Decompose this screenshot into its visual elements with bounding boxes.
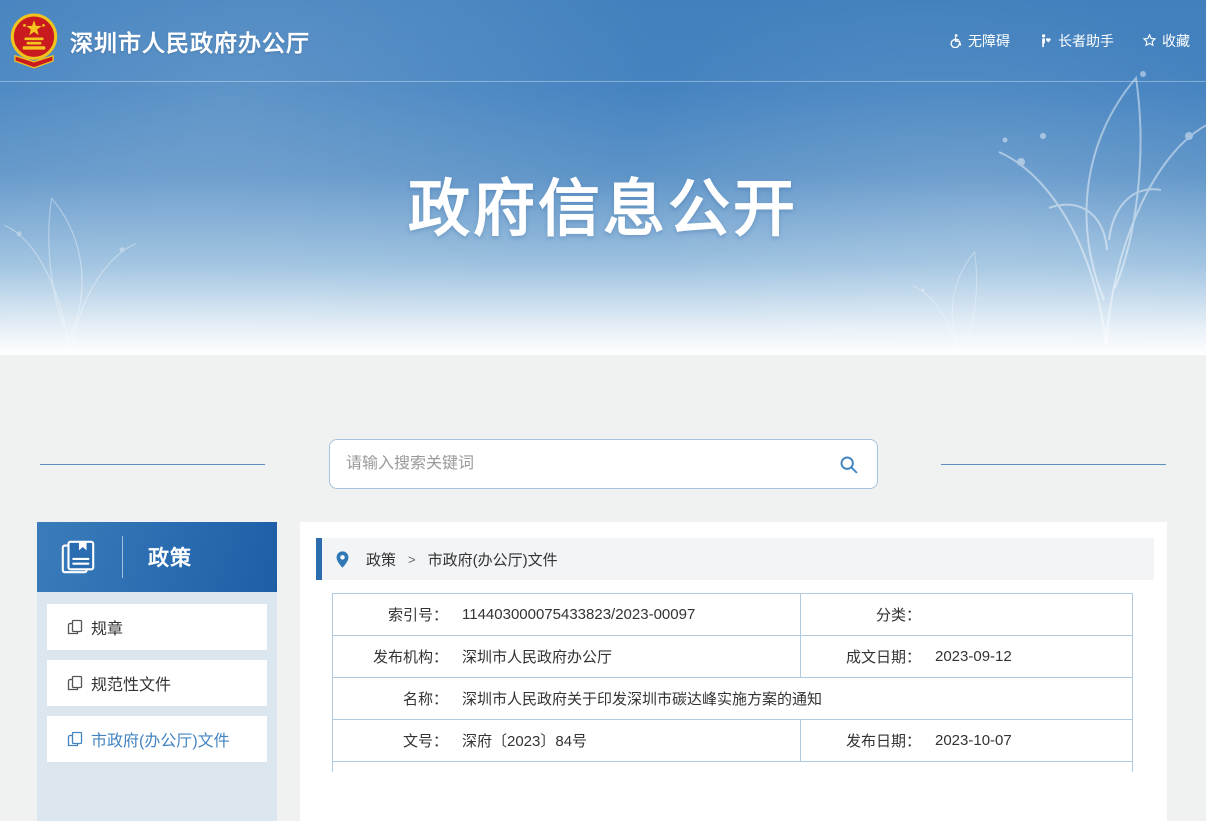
sidebar-header: 政策 bbox=[37, 522, 277, 592]
national-emblem-logo bbox=[8, 12, 60, 70]
field-label: 分类： bbox=[801, 604, 921, 625]
accessibility-link[interactable]: 无障碍 bbox=[948, 31, 1010, 51]
header-divider bbox=[122, 536, 123, 578]
doc-info-table: 索引号： 114403000075433823/2023-00097 分类： 发… bbox=[332, 593, 1133, 772]
search-input[interactable] bbox=[346, 455, 838, 473]
sidebar-item-regulations[interactable]: 规章 bbox=[47, 604, 267, 650]
document-icon bbox=[67, 731, 83, 747]
sidebar-item-label: 规范性文件 bbox=[91, 671, 171, 695]
sidebar-item-normative-documents[interactable]: 规范性文件 bbox=[47, 660, 267, 706]
favorite-label: 收藏 bbox=[1162, 31, 1190, 51]
index-number-cell: 索引号： 114403000075433823/2023-00097 bbox=[333, 594, 801, 635]
sidebar-menu: 规章 规范性文件 市政府(办公厅)文件 bbox=[37, 592, 277, 821]
search-button[interactable] bbox=[838, 454, 859, 475]
main-panel: 政策 > 市政府(办公厅)文件 索引号： 114403000075433823/… bbox=[300, 522, 1167, 821]
written-date-cell: 成文日期： 2023-09-12 bbox=[801, 636, 1132, 677]
location-pin-icon bbox=[335, 550, 350, 569]
field-label: 索引号： bbox=[333, 604, 448, 625]
policy-book-icon bbox=[59, 538, 97, 576]
table-row: 名称： 深圳市人民政府关于印发深圳市碳达峰实施方案的通知 bbox=[333, 678, 1132, 720]
breadcrumb-link-current[interactable]: 市政府(办公厅)文件 bbox=[428, 549, 558, 570]
elder-assist-icon bbox=[1038, 33, 1053, 48]
field-label: 发布机构： bbox=[333, 646, 448, 667]
table-row: 索引号： 114403000075433823/2023-00097 分类： bbox=[333, 594, 1132, 636]
utility-nav: 无障碍 长者助手 收藏 bbox=[948, 31, 1190, 51]
field-value: 114403000075433823/2023-00097 bbox=[462, 606, 695, 623]
table-row: 发布机构： 深圳市人民政府办公厅 成文日期： 2023-09-12 bbox=[333, 636, 1132, 678]
publish-date-cell: 发布日期： 2023-10-07 bbox=[801, 720, 1132, 761]
sidebar-item-label: 市政府(办公厅)文件 bbox=[91, 727, 230, 751]
decorative-line-right bbox=[941, 464, 1166, 465]
field-label: 名称： bbox=[333, 688, 448, 709]
sidebar-item-label: 规章 bbox=[91, 615, 123, 639]
body-columns: 政策 规章 规范性文件 bbox=[0, 522, 1206, 821]
accessibility-label: 无障碍 bbox=[968, 31, 1010, 51]
breadcrumb-separator: > bbox=[408, 552, 416, 567]
search-icon bbox=[838, 454, 859, 475]
field-value: 深府〔2023〕84号 bbox=[462, 730, 587, 751]
search-row bbox=[0, 439, 1206, 489]
issuing-agency-cell: 发布机构： 深圳市人民政府办公厅 bbox=[333, 636, 801, 677]
site-title: 深圳市人民政府办公厅 bbox=[70, 24, 310, 58]
elder-assist-link[interactable]: 长者助手 bbox=[1038, 31, 1114, 51]
sidebar-item-municipal-documents[interactable]: 市政府(办公厅)文件 bbox=[47, 716, 267, 762]
breadcrumb-link-policy[interactable]: 政策 bbox=[366, 549, 396, 570]
field-value: 2023-10-07 bbox=[935, 732, 1012, 749]
field-value: 2023-09-12 bbox=[935, 648, 1012, 665]
field-value: 深圳市人民政府办公厅 bbox=[462, 646, 612, 667]
document-number-cell: 文号： 深府〔2023〕84号 bbox=[333, 720, 801, 761]
field-value: 深圳市人民政府关于印发深圳市碳达峰实施方案的通知 bbox=[462, 688, 822, 709]
search-box bbox=[329, 439, 878, 489]
content-area: 政策 规章 规范性文件 bbox=[0, 355, 1206, 821]
elder-assist-label: 长者助手 bbox=[1058, 31, 1114, 51]
page-title: 政府信息公开 bbox=[0, 158, 1206, 248]
decorative-line-left bbox=[40, 464, 265, 465]
breadcrumb: 政策 > 市政府(办公厅)文件 bbox=[316, 538, 1154, 580]
document-icon bbox=[67, 675, 83, 691]
favorite-link[interactable]: 收藏 bbox=[1142, 31, 1190, 51]
sidebar: 政策 规章 规范性文件 bbox=[37, 522, 277, 821]
field-label: 发布日期： bbox=[801, 730, 921, 751]
table-row-partial bbox=[333, 762, 1132, 772]
document-name-cell: 名称： 深圳市人民政府关于印发深圳市碳达峰实施方案的通知 bbox=[333, 678, 1132, 719]
accessibility-icon bbox=[948, 33, 963, 48]
document-icon bbox=[67, 619, 83, 635]
category-cell: 分类： bbox=[801, 594, 1132, 635]
field-label: 文号： bbox=[333, 730, 448, 751]
top-header: 深圳市人民政府办公厅 无障碍 长者助手 bbox=[0, 0, 1206, 82]
field-label: 成文日期： bbox=[801, 646, 921, 667]
site-brand[interactable]: 深圳市人民政府办公厅 bbox=[8, 12, 310, 70]
sidebar-title: 政策 bbox=[148, 542, 192, 572]
star-icon bbox=[1142, 33, 1157, 48]
table-row: 文号： 深府〔2023〕84号 发布日期： 2023-10-07 bbox=[333, 720, 1132, 762]
hero-section: 深圳市人民政府办公厅 无障碍 长者助手 bbox=[0, 0, 1206, 355]
